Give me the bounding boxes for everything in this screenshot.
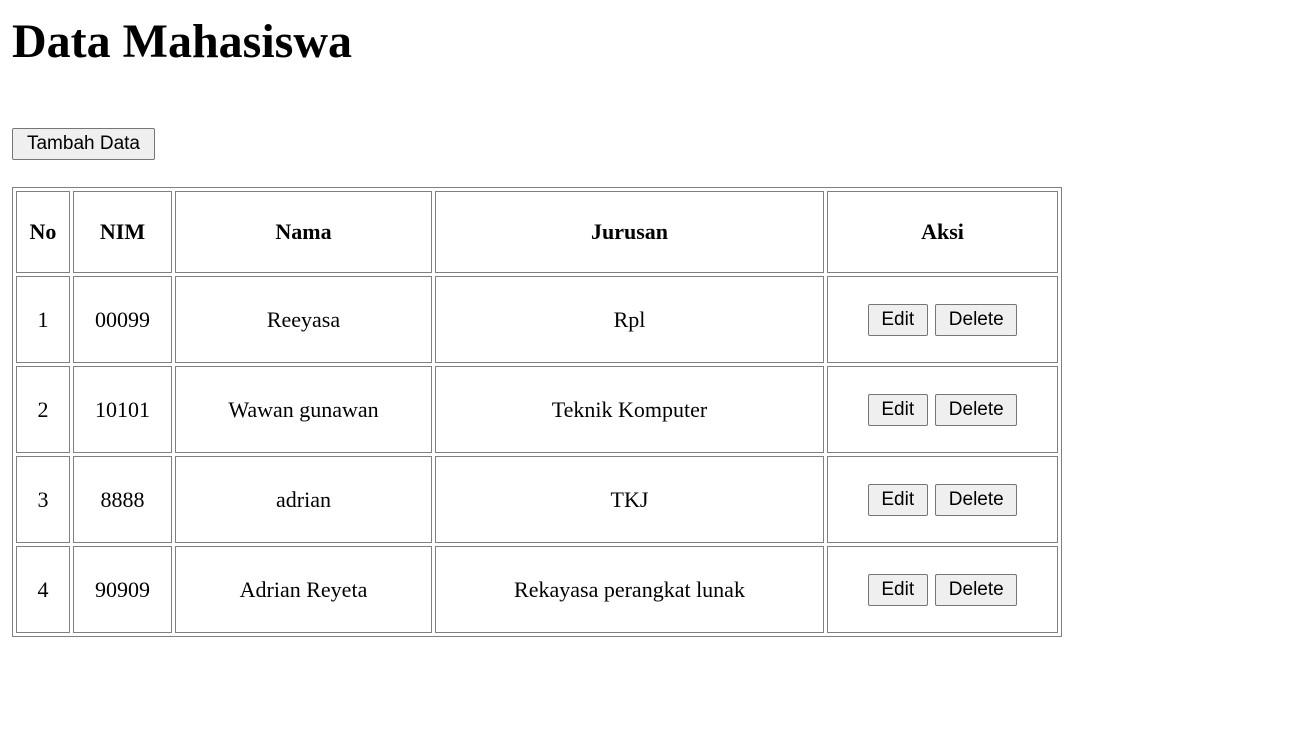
cell-nim: 90909 — [73, 546, 172, 633]
add-data-button[interactable]: Tambah Data — [12, 128, 155, 160]
cell-jurusan: Rpl — [435, 276, 824, 363]
header-no: No — [16, 191, 70, 273]
cell-actions: Edit Delete — [827, 456, 1058, 543]
header-jurusan: Jurusan — [435, 191, 824, 273]
cell-jurusan: TKJ — [435, 456, 824, 543]
header-aksi: Aksi — [827, 191, 1058, 273]
delete-button[interactable]: Delete — [935, 393, 1018, 426]
cell-nama: Wawan gunawan — [175, 366, 432, 453]
table-header-row: No NIM Nama Jurusan Aksi — [16, 191, 1058, 273]
student-table: No NIM Nama Jurusan Aksi 1 00099 Reeyasa… — [12, 187, 1062, 637]
edit-button[interactable]: Edit — [867, 573, 928, 606]
cell-actions: Edit Delete — [827, 276, 1058, 363]
edit-button[interactable]: Edit — [867, 303, 928, 336]
cell-jurusan: Teknik Komputer — [435, 366, 824, 453]
cell-nim: 00099 — [73, 276, 172, 363]
page-title: Data Mahasiswa — [12, 15, 353, 68]
delete-button[interactable]: Delete — [935, 483, 1018, 516]
cell-nama: Adrian Reyeta — [175, 546, 432, 633]
cell-actions: Edit Delete — [827, 366, 1058, 453]
cell-actions: Edit Delete — [827, 546, 1058, 633]
table-row: 3 8888 adrian TKJ Edit Delete — [16, 456, 1058, 543]
cell-no: 2 — [16, 366, 70, 453]
cell-no: 4 — [16, 546, 70, 633]
cell-no: 1 — [16, 276, 70, 363]
header-nama: Nama — [175, 191, 432, 273]
cell-no: 3 — [16, 456, 70, 543]
cell-jurusan: Rekayasa perangkat lunak — [435, 546, 824, 633]
delete-button[interactable]: Delete — [935, 303, 1018, 336]
cell-nim: 10101 — [73, 366, 172, 453]
table-row: 4 90909 Adrian Reyeta Rekayasa perangkat… — [16, 546, 1058, 633]
cell-nama: adrian — [175, 456, 432, 543]
cell-nama: Reeyasa — [175, 276, 432, 363]
table-row: 1 00099 Reeyasa Rpl Edit Delete — [16, 276, 1058, 363]
edit-button[interactable]: Edit — [867, 483, 928, 516]
delete-button[interactable]: Delete — [935, 573, 1018, 606]
edit-button[interactable]: Edit — [867, 393, 928, 426]
cell-nim: 8888 — [73, 456, 172, 543]
header-nim: NIM — [73, 191, 172, 273]
table-row: 2 10101 Wawan gunawan Teknik Komputer Ed… — [16, 366, 1058, 453]
